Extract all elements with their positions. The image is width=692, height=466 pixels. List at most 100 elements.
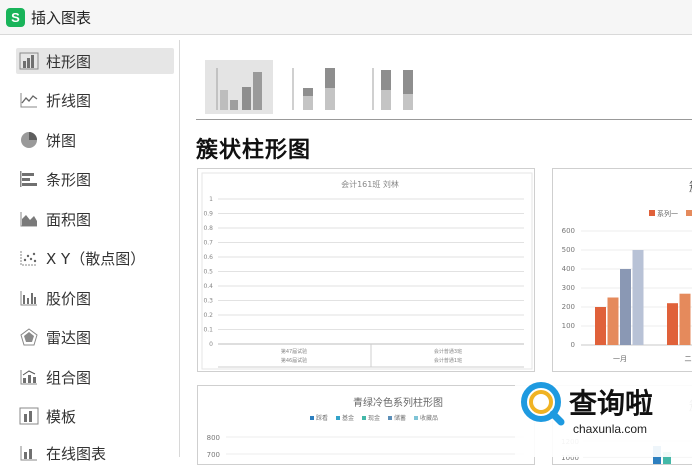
card1-xtick: 第47届试验 <box>281 348 307 355</box>
pie-chart-icon <box>18 130 40 150</box>
sidebar-item-area[interactable]: 面积图 <box>16 206 174 232</box>
template-preview-3: 青绿冷色系列柱形图 踩看 基金 现金 储蓄 收藏品 800 700 <box>207 396 524 459</box>
variant-percent-stacked-column[interactable] <box>357 60 425 114</box>
card3-legend-label: 踩看 <box>316 414 328 422</box>
card3-ytick: 800 <box>207 434 220 442</box>
sidebar-item-line[interactable]: 折线图 <box>16 87 174 113</box>
variant-clustered-column[interactable] <box>205 60 273 114</box>
card2-bar <box>620 269 631 345</box>
search-logo-icon: 查询啦 chaxunla.com <box>521 382 653 436</box>
card3-legend-swatch <box>362 416 366 420</box>
card2-ytick: 400 <box>562 265 575 273</box>
chart-template-card[interactable]: 会计161班 刘林 1 0.9 0.8 0.7 0.6 0.5 0.4 0.3 … <box>197 168 535 372</box>
card2-bar <box>679 293 691 345</box>
sidebar-item-label: 模板 <box>46 407 77 426</box>
sidebar-item-label: 条形图 <box>46 170 92 189</box>
sidebar-item-column[interactable]: 柱形图 <box>16 48 174 74</box>
card3-legend-swatch <box>414 416 418 420</box>
card3-legend-label: 收藏品 <box>420 414 438 422</box>
card1-ytick: 0 <box>209 341 213 348</box>
sidebar-item-radar[interactable]: 雷达图 <box>16 324 174 350</box>
card2-xtick: 二 <box>685 355 692 363</box>
app-logo-icon: S <box>6 7 25 27</box>
sidebar-item-pie[interactable]: 饼图 <box>16 127 174 153</box>
card1-ytick: 0.3 <box>203 298 213 305</box>
card2-bar <box>607 297 619 345</box>
title-bar: S 插入图表 <box>0 0 692 34</box>
sidebar-item-label: 组合图 <box>46 368 92 387</box>
card1-ytick: 0.8 <box>203 225 213 232</box>
card1-xtick: 第46届试验 <box>281 357 307 364</box>
card1-ytick: 0.9 <box>203 211 213 218</box>
watermark-site: chaxunla.com <box>573 422 647 436</box>
watermark-brand: 查询啦 <box>569 387 653 420</box>
radar-chart-icon <box>18 327 40 347</box>
sidebar-item-template[interactable]: 模板 <box>16 403 174 429</box>
card1-gridlines <box>218 198 524 345</box>
card1-ytick: 0.7 <box>203 240 213 247</box>
sidebar-item-label: X Y（散点图） <box>46 249 146 268</box>
combo-chart-icon <box>18 367 40 387</box>
online-chart-icon <box>18 443 40 463</box>
card2-bar <box>595 307 606 345</box>
card3-legend-label: 储蓄 <box>394 414 406 422</box>
card2-xtick: 一月 <box>613 355 627 363</box>
card1-ytick: 0.2 <box>203 312 213 319</box>
template-icon <box>18 406 40 426</box>
card1-xtick: 会计普通1班 <box>434 357 462 364</box>
card1-ytick: 0.4 <box>203 283 213 290</box>
template-preview-1: 会计161班 刘林 1 0.9 0.8 0.7 0.6 0.5 0.4 0.3 … <box>201 172 533 370</box>
sidebar-item-stock[interactable]: 股价图 <box>16 285 174 311</box>
clustered-column-icon <box>216 68 262 110</box>
card3-legend-label: 基金 <box>342 414 354 422</box>
card2-bar <box>667 303 678 345</box>
sidebar-item-label: 雷达图 <box>46 328 92 347</box>
chart-type-sidebar: 柱形图 折线图 饼图 条形图 面积图 X Y（散点图） 股价图 雷达图 组合图 … <box>8 40 180 463</box>
percent-stacked-column-icon <box>372 68 413 110</box>
sidebar-item-label: 折线图 <box>46 91 92 110</box>
card2-ytick: 0 <box>571 341 575 349</box>
card2-legend-swatch <box>649 210 655 216</box>
watermark: 查询啦 chaxunla.com <box>515 373 692 457</box>
card1-ytick: 0.5 <box>203 269 213 276</box>
card1-ytick: 1 <box>209 196 213 203</box>
card1-ytick: 0.6 <box>203 254 213 261</box>
card2-ytick: 600 <box>562 227 575 235</box>
card2-ytick: 500 <box>562 246 575 254</box>
template-preview-2: 簇 系列一 600 500 400 300 200 100 0 一月 二 <box>562 179 692 363</box>
card1-ytick: 0.1 <box>203 327 213 334</box>
card2-legend-swatch <box>686 210 692 216</box>
card2-ytick: 200 <box>562 303 575 311</box>
bar-chart-icon <box>18 169 40 189</box>
card2-bar <box>632 250 644 345</box>
sidebar-item-label: 在线图表 <box>46 444 107 463</box>
card3-legend-label: 现金 <box>368 414 380 422</box>
variant-divider <box>196 119 692 120</box>
sidebar-item-combo[interactable]: 组合图 <box>16 364 174 390</box>
title-divider <box>0 34 692 35</box>
sidebar-item-label: 股价图 <box>46 289 92 308</box>
card3-legend-swatch <box>336 416 340 420</box>
area-chart-icon <box>18 209 40 229</box>
card2-ytick: 300 <box>562 284 575 292</box>
card3-ytick: 700 <box>207 451 220 459</box>
section-title: 簇状柱形图 <box>196 138 312 163</box>
stacked-column-icon <box>292 68 335 110</box>
card1-title: 会计161班 刘林 <box>341 179 399 189</box>
sidebar-item-label: 面积图 <box>46 210 92 229</box>
sidebar-item-scatter[interactable]: X Y（散点图） <box>16 245 174 271</box>
sidebar-item-label: 饼图 <box>46 131 77 150</box>
chart-template-card[interactable]: 青绿冷色系列柱形图 踩看 基金 现金 储蓄 收藏品 800 700 <box>197 385 535 465</box>
column-chart-icon <box>18 51 40 71</box>
card3-legend-swatch <box>388 416 392 420</box>
sidebar-item-bar[interactable]: 条形图 <box>16 166 174 192</box>
card1-xtick: 会计普通3班 <box>434 348 462 355</box>
window-title: 插入图表 <box>31 8 92 27</box>
card2-ytick: 100 <box>562 322 575 330</box>
card3-title: 青绿冷色系列柱形图 <box>353 396 443 409</box>
stock-chart-icon <box>18 288 40 308</box>
sidebar-item-online[interactable]: 在线图表 <box>16 440 174 466</box>
variant-stacked-column[interactable] <box>281 60 349 114</box>
chart-template-card[interactable]: 簇 系列一 600 500 400 300 200 100 0 一月 二 <box>552 168 692 372</box>
sidebar-item-label: 柱形图 <box>46 52 92 71</box>
